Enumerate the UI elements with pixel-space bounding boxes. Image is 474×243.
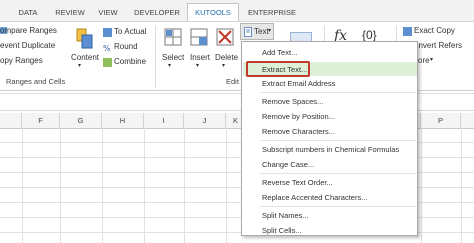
menu-item-remove-by-position[interactable]: Remove by Position... (242, 110, 417, 123)
text-dropdown-icon: ▾ (268, 28, 272, 34)
group-separator (155, 26, 156, 88)
column-header-i[interactable]: I (144, 113, 184, 128)
tab-view[interactable]: VIEW (92, 5, 124, 21)
menu-separator (260, 173, 416, 174)
ribbon-tab-strip: DATA REVIEW VIEW DEVELOPER KUTOOLS ENTER… (0, 0, 474, 22)
prevent-duplicate-button[interactable]: event Duplicate (0, 41, 55, 50)
content-dropdown-icon: ▾ (78, 63, 82, 69)
menu-item-subscript-chemical-formulas[interactable]: Subscript numbers in Chemical Formulas (242, 143, 417, 156)
menu-item-change-case[interactable]: Change Case... (242, 158, 417, 171)
text-button[interactable]: Text ▾ (240, 23, 274, 40)
column-header-g[interactable]: G (60, 113, 102, 128)
grid-column-line (461, 128, 462, 243)
column-header-p[interactable]: P (421, 113, 461, 128)
menu-item-add-text[interactable]: Add Text... (242, 46, 417, 59)
grid-column-line (144, 128, 145, 243)
exact-copy-button[interactable]: Exact Copy (414, 26, 455, 35)
round-button[interactable]: Round (114, 42, 138, 51)
column-header-j[interactable]: J (184, 113, 226, 128)
menu-item-extract-email-address[interactable]: Extract Email Address (242, 77, 417, 90)
tab-enterprise[interactable]: ENTERPRISE (242, 5, 302, 21)
delete-button[interactable]: Delete (215, 53, 238, 62)
group-label-editing: Edit (226, 77, 239, 86)
grid-column-line (226, 128, 227, 243)
svg-text:%: % (103, 44, 111, 52)
column-header-h[interactable]: H (102, 113, 144, 128)
exact-copy-icon (403, 27, 412, 36)
more-button[interactable]: ore (418, 56, 430, 65)
text-button-label: Text (254, 27, 269, 36)
compare-ranges-button[interactable]: ompare Ranges (0, 26, 57, 35)
content-icon (76, 28, 94, 50)
combine-icon (103, 58, 112, 67)
combine-button[interactable]: Combine (114, 57, 146, 66)
grid-column-line (60, 128, 61, 243)
extract-text-callout-box (246, 61, 310, 77)
menu-separator (260, 140, 416, 141)
menu-item-remove-spaces[interactable]: Remove Spaces... (242, 95, 417, 108)
menu-item-remove-characters[interactable]: Remove Characters... (242, 125, 417, 138)
copy-ranges-button[interactable]: opy Ranges (0, 56, 43, 65)
row-header-corner (0, 113, 22, 128)
insert-dropdown-icon: ▾ (196, 63, 200, 69)
tab-kutools[interactable]: KUTOOLS (187, 3, 239, 21)
to-actual-button[interactable]: To Actual (114, 27, 146, 36)
tab-review[interactable]: REVIEW (50, 5, 90, 21)
round-icon: % (103, 43, 112, 53)
select-icon (164, 28, 182, 48)
convert-refers-button[interactable]: onvert Refers (414, 41, 462, 50)
select-button[interactable]: Select (162, 53, 184, 62)
tab-developer[interactable]: DEVELOPER (128, 5, 186, 21)
grid-column-line (22, 128, 23, 243)
menu-item-split-names[interactable]: Split Names... (242, 209, 417, 222)
more-dropdown-icon: ▾ (430, 57, 434, 63)
menu-item-split-cells[interactable]: Split Cells... (242, 224, 417, 237)
grid-column-line (102, 128, 103, 243)
select-dropdown-icon: ▾ (168, 63, 172, 69)
column-header-f[interactable]: F (22, 113, 60, 128)
formula-helper-icon[interactable]: {0} (362, 28, 377, 42)
text-icon (244, 27, 252, 37)
to-actual-icon (103, 28, 112, 37)
tab-data[interactable]: DATA (8, 5, 48, 21)
grid-column-line (184, 128, 185, 243)
menu-item-replace-accented-characters[interactable]: Replace Accented Characters... (242, 191, 417, 204)
menu-separator (260, 206, 416, 207)
insert-button[interactable]: Insert (190, 53, 210, 62)
delete-icon (216, 28, 234, 48)
menu-item-reverse-text-order[interactable]: Reverse Text Order... (242, 176, 417, 189)
content-button[interactable]: Content (71, 53, 99, 62)
grid-column-line (421, 128, 422, 243)
group-label-ranges-and-cells: Ranges and Cells (6, 77, 66, 86)
delete-dropdown-icon: ▾ (222, 63, 226, 69)
menu-separator (260, 92, 416, 93)
insert-icon (190, 28, 208, 48)
text-dropdown-menu: Add Text... Extract Text... Extract Emai… (241, 41, 418, 236)
